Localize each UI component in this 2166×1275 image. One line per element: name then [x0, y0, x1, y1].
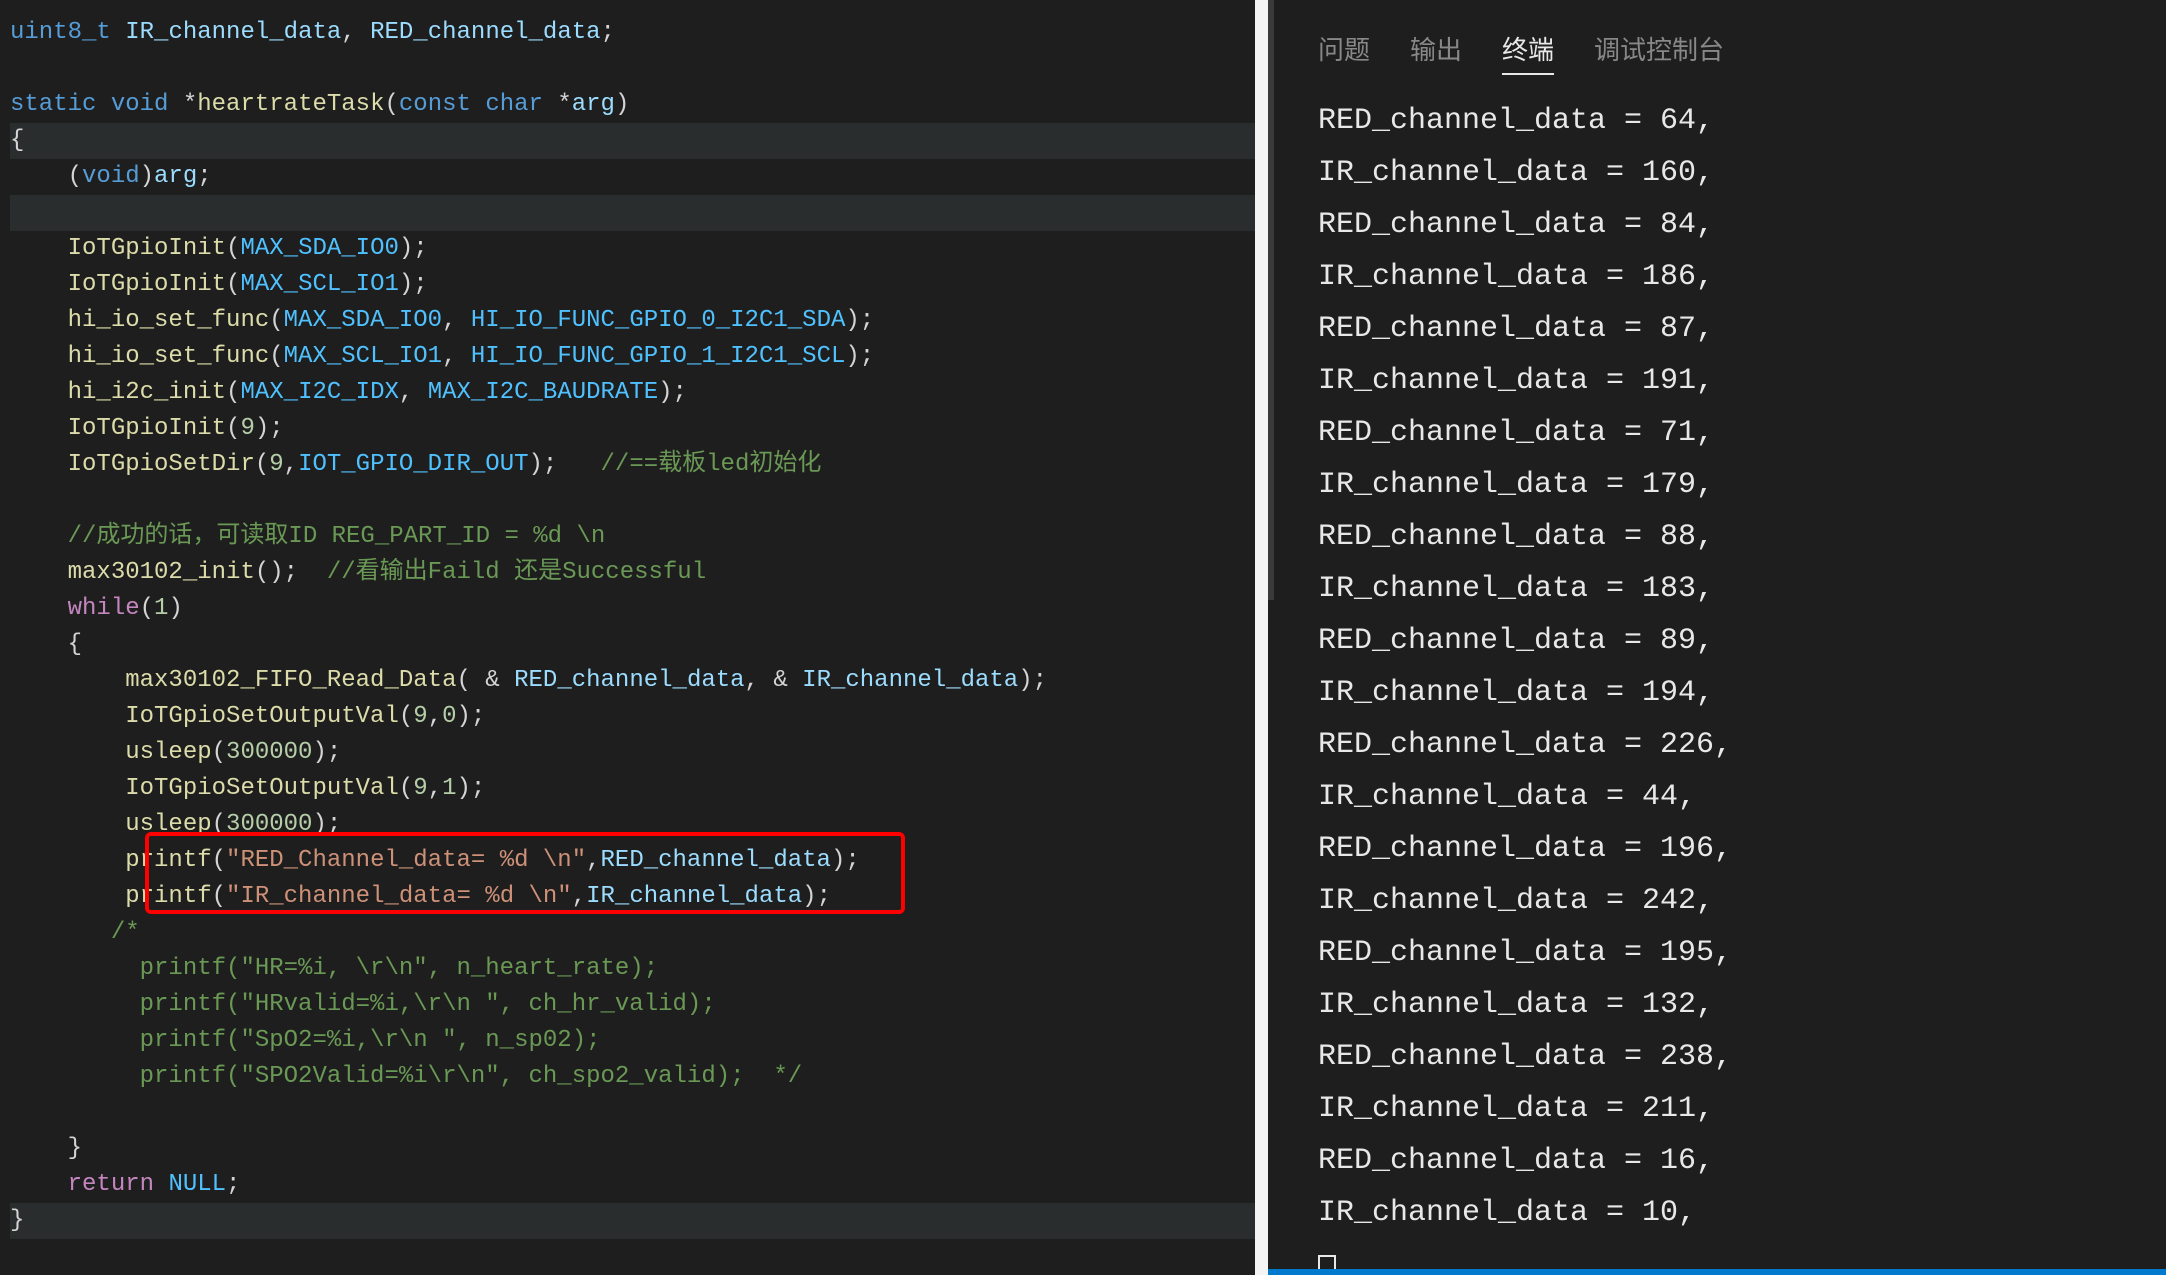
terminal-line: RED_channel_data = 238, — [1318, 1031, 2116, 1083]
terminal-line: IR_channel_data = 44, — [1318, 771, 2116, 823]
terminal-output[interactable]: RED_channel_data = 64, IR_channel_data =… — [1268, 85, 2166, 1275]
terminal-line: RED_channel_data = 84, — [1318, 199, 2116, 251]
terminal-line: RED_channel_data = 196, — [1318, 823, 2116, 875]
token-keyword: void — [111, 91, 169, 118]
terminal-line: IR_channel_data = 179, — [1318, 459, 2116, 511]
terminal-line: RED_channel_data = 89, — [1318, 615, 2116, 667]
tab-terminal[interactable]: 终端 — [1502, 30, 1554, 75]
terminal-line: RED_channel_data = 16, — [1318, 1135, 2116, 1187]
comment: //成功的话，可读取ID REG_PART_ID = %d \n — [68, 523, 606, 550]
tab-output[interactable]: 输出 — [1410, 30, 1462, 75]
terminal-line: RED_channel_data = 226, — [1318, 719, 2116, 771]
terminal-line: RED_channel_data = 64, — [1318, 95, 2116, 147]
tab-debug-console[interactable]: 调试控制台 — [1594, 30, 1724, 75]
tab-problems[interactable]: 问题 — [1318, 30, 1370, 75]
terminal-line: IR_channel_data = 10, — [1318, 1187, 2116, 1239]
token-function: heartrateTask — [197, 91, 384, 118]
panel-tabs: 问题 输出 终端 调试控制台 — [1268, 0, 2166, 85]
pane-divider[interactable] — [1255, 0, 1268, 1275]
token-var: RED_channel_data — [370, 19, 600, 46]
terminal-line: IR_channel_data = 186, — [1318, 251, 2116, 303]
scroll-indicator — [1268, 0, 1274, 600]
token-keyword: static — [10, 91, 96, 118]
terminal-line: IR_channel_data = 211, — [1318, 1083, 2116, 1135]
token-var: IR_channel_data — [125, 19, 341, 46]
panel-pane: 问题 输出 终端 调试控制台 RED_channel_data = 64, IR… — [1268, 0, 2166, 1275]
token-type: uint8_t — [10, 19, 111, 46]
terminal-line: IR_channel_data = 160, — [1318, 147, 2116, 199]
terminal-line: IR_channel_data = 132, — [1318, 979, 2116, 1031]
status-bar[interactable] — [1268, 1269, 2166, 1275]
terminal-line: RED_channel_data = 195, — [1318, 927, 2116, 979]
terminal-line: RED_channel_data = 88, — [1318, 511, 2116, 563]
terminal-line: IR_channel_data = 242, — [1318, 875, 2116, 927]
terminal-line: IR_channel_data = 183, — [1318, 563, 2116, 615]
code-editor[interactable]: uint8_t IR_channel_data, RED_channel_dat… — [0, 15, 1255, 1239]
app-container: uint8_t IR_channel_data, RED_channel_dat… — [0, 0, 2166, 1275]
terminal-line: RED_channel_data = 71, — [1318, 407, 2116, 459]
terminal-line: IR_channel_data = 194, — [1318, 667, 2116, 719]
terminal-line: IR_channel_data = 191, — [1318, 355, 2116, 407]
terminal-line: RED_channel_data = 87, — [1318, 303, 2116, 355]
editor-pane[interactable]: uint8_t IR_channel_data, RED_channel_dat… — [0, 0, 1255, 1275]
